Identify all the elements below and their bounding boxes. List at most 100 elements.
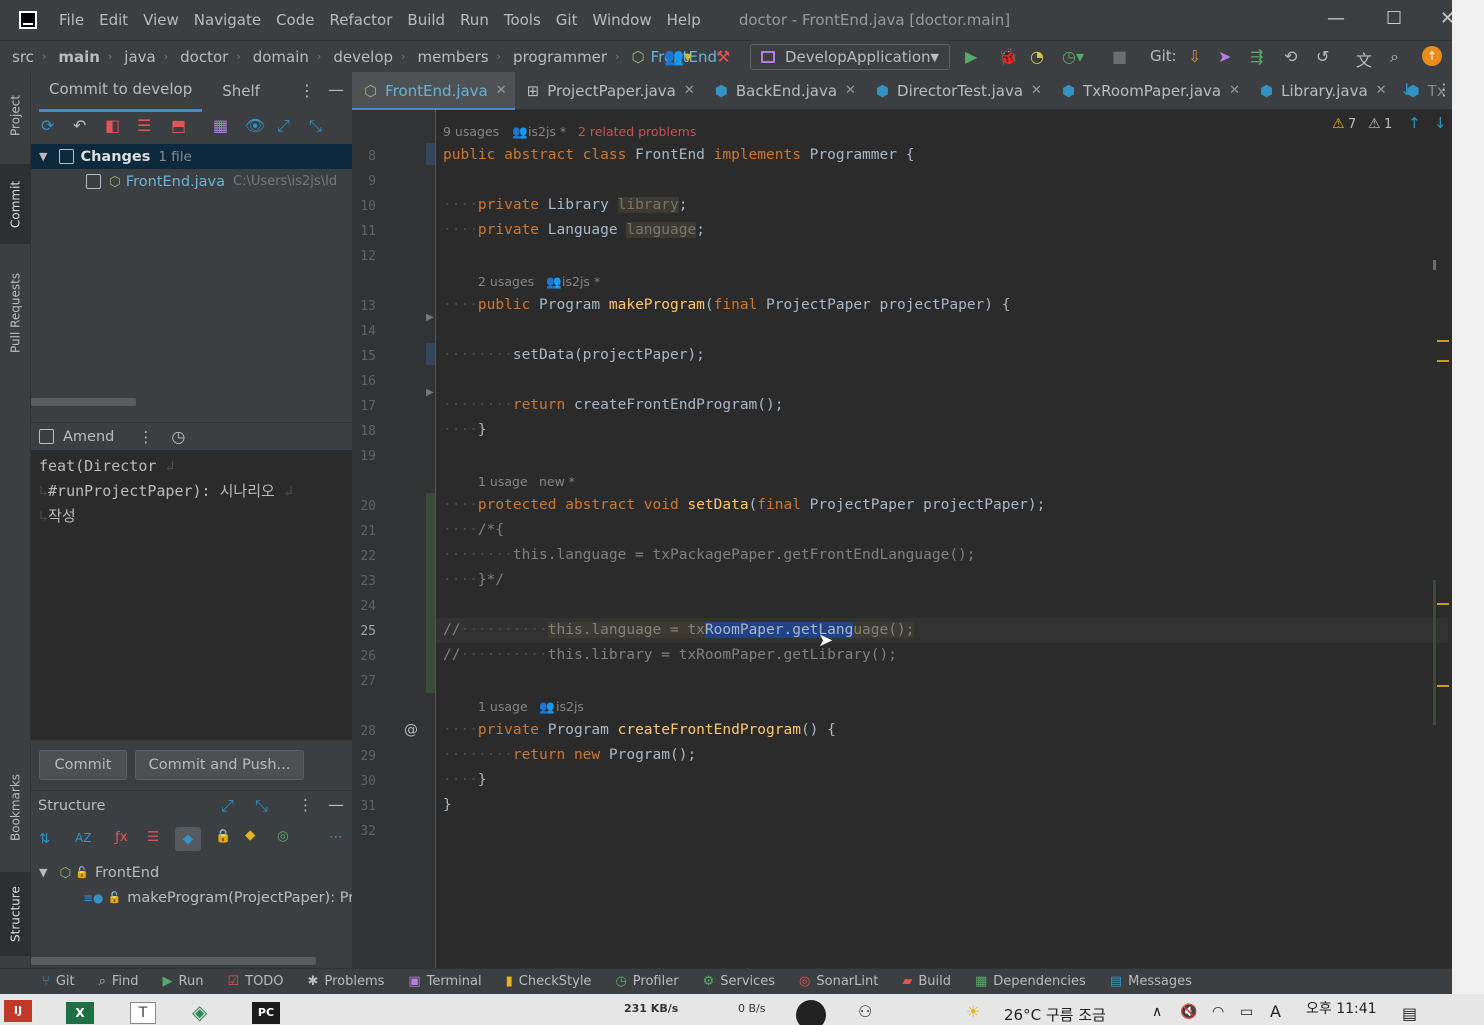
added-lines-marker[interactable] (426, 493, 435, 693)
minimize-icon[interactable]: — (1327, 8, 1345, 29)
modified-line-marker[interactable] (426, 143, 435, 165)
tab-projectpaper-java[interactable]: ⊞ ProjectPaper.java ✕ (515, 72, 703, 110)
close-tab-icon[interactable]: ✕ (1031, 83, 1042, 98)
weather-icon[interactable]: ☀ (966, 1002, 980, 1021)
code-line[interactable]: ····} (443, 418, 487, 443)
code-line[interactable]: //··········this.language = txRoomPaper.… (443, 618, 915, 643)
structure-tool-tab[interactable]: Structure (0, 872, 31, 956)
close-tab-icon[interactable]: ✕ (684, 83, 695, 98)
horizontal-scrollbar[interactable] (31, 398, 136, 406)
show-properties-icon[interactable]: ◆ (245, 827, 255, 843)
weak-warning-icon[interactable]: ⚠ (1368, 116, 1381, 132)
show-fields-icon[interactable]: ☰ (147, 829, 159, 845)
menu-code[interactable]: Code (276, 11, 314, 29)
warning-icon[interactable]: ⚠ (1332, 116, 1345, 132)
pull-requests-tool-tab[interactable]: Pull Requests (0, 258, 31, 368)
autoscroll-icon[interactable]: ◎ (277, 828, 289, 844)
menu-help[interactable]: Help (667, 11, 701, 29)
show-inherited-icon[interactable]: ◆ (175, 827, 201, 851)
group-by-icon[interactable]: ▦ (213, 116, 228, 135)
rollback-icon[interactable]: ↶ (73, 116, 86, 135)
debug-icon[interactable]: 🐞 (998, 47, 1018, 66)
more-options-icon[interactable]: ⋮ (299, 81, 315, 100)
code-editor[interactable]: ⚠ 7 ⚠ 1 ↑ ↓ 8 9 10 11 12 13 14 15 16 17 … (352, 110, 1452, 968)
menu-run[interactable]: Run (460, 11, 489, 29)
fold-expand-icon[interactable]: ▶ (426, 387, 434, 398)
breadcrumb-src[interactable]: src (12, 48, 34, 66)
run-tool-button[interactable]: ▶ Run (163, 974, 204, 989)
people-icon[interactable]: ⚇ (858, 1002, 872, 1021)
code-line[interactable]: ····private Language language; (443, 218, 705, 243)
modified-line-marker[interactable] (426, 343, 435, 365)
code-line[interactable]: ········setData(projectPaper); (443, 343, 705, 368)
checkstyle-tool-button[interactable]: ▮ CheckStyle (506, 974, 592, 989)
changes-checkbox[interactable] (59, 149, 75, 164)
changes-node[interactable]: ▼ Changes 1 file (31, 144, 352, 169)
notification-icon[interactable]: ▤ (1402, 1004, 1417, 1023)
ime-icon[interactable]: A (1270, 1002, 1281, 1021)
maximize-icon[interactable]: ☐ (1386, 8, 1402, 29)
tab-list-down-icon[interactable]: ↓ (1400, 80, 1413, 99)
find-tool-button[interactable]: ⌕ Find (99, 974, 139, 989)
breadcrumb-programmer[interactable]: programmer (513, 48, 607, 66)
tab-library-java[interactable]: ⬢ Library.java ✕ (1248, 72, 1395, 110)
run-icon[interactable]: ▶ (965, 47, 977, 66)
sort-alpha-icon[interactable]: AZ (75, 831, 91, 845)
tab-frontend-java[interactable]: ⬡ FrontEnd.java ✕ (352, 71, 515, 111)
view-options-icon[interactable]: 👁 (245, 116, 265, 135)
collapse-all-icon[interactable]: ⤡ (309, 116, 322, 136)
commit-button[interactable]: Commit (39, 750, 127, 780)
changelist-icon[interactable]: ☰ (137, 116, 151, 135)
code-line[interactable]: ····private Library library; (443, 193, 687, 218)
chevron-down-icon[interactable]: ▼ (39, 866, 47, 879)
volume-icon[interactable]: 🔇 (1180, 1004, 1197, 1020)
update-icon[interactable]: ↑ (1422, 46, 1442, 66)
intellij-taskbar-icon[interactable]: IJ (4, 1000, 32, 1022)
code-line[interactable]: ········return createFrontEndProgram(); (443, 393, 783, 418)
shelve-icon[interactable]: ⬒ (171, 116, 186, 135)
show-lambdas-icon[interactable]: ƒx (115, 829, 128, 845)
breadcrumb-develop[interactable]: develop (333, 48, 393, 66)
terminal-tool-button[interactable]: ▣ Terminal (408, 974, 481, 989)
menu-build[interactable]: Build (407, 11, 445, 29)
close-tab-icon[interactable]: ✕ (1376, 83, 1387, 98)
menu-git[interactable]: Git (556, 11, 578, 29)
breadcrumb-main[interactable]: main (58, 48, 100, 66)
tab-shelf[interactable]: Shelf (222, 82, 260, 100)
breadcrumb-domain[interactable]: domain (253, 48, 309, 66)
battery-icon[interactable]: ▭ (1240, 1004, 1253, 1020)
git-update-icon[interactable]: ⇩ (1188, 47, 1201, 66)
excel-taskbar-icon[interactable]: X (66, 1002, 94, 1024)
author-hint[interactable]: is2js * (562, 274, 600, 289)
show-non-public-icon[interactable]: 🔒 (215, 829, 231, 844)
author-hint[interactable]: new * (539, 474, 575, 489)
history-icon[interactable]: ⟲ (1284, 47, 1297, 66)
breadcrumb-java[interactable]: java (124, 48, 155, 66)
code-line[interactable]: } (443, 793, 452, 818)
usages-hint[interactable]: 9 usages (443, 124, 499, 139)
bookmarks-tool-tab[interactable]: Bookmarks (0, 762, 31, 852)
build-tool-button[interactable]: ▰ Build (902, 974, 951, 989)
run-configuration-select[interactable]: DevelopApplication ▼ (750, 44, 950, 70)
pycharm-taskbar-icon[interactable]: PC (252, 1002, 280, 1024)
hide-panel-icon[interactable]: — (328, 80, 344, 99)
menu-view[interactable]: View (143, 11, 179, 29)
code-line[interactable]: public abstract class FrontEnd implement… (443, 143, 914, 168)
related-problems-hint[interactable]: 2 related problems (578, 124, 696, 139)
wifi-icon[interactable]: ◠ (1212, 1004, 1224, 1020)
commit-and-push-button[interactable]: Commit and Push... (135, 750, 304, 780)
author-hint[interactable]: is2js (556, 699, 584, 714)
file-checkbox[interactable] (86, 174, 101, 189)
amend-label[interactable]: Amend (63, 429, 114, 445)
code-line[interactable]: ········this.language = txPackagePaper.g… (443, 543, 976, 568)
code-line[interactable]: ····/*{ (443, 518, 504, 543)
hide-panel-icon[interactable]: — (328, 795, 344, 814)
git-pull-icon[interactable]: ⇶ (1250, 47, 1263, 66)
editor-scrollbar[interactable] (1433, 110, 1449, 968)
usages-hint[interactable]: 1 usage (478, 699, 528, 714)
close-tab-icon[interactable]: ✕ (496, 83, 507, 98)
warnings-count[interactable]: 7 (1348, 117, 1356, 132)
menu-file[interactable]: File (59, 11, 84, 29)
code-line[interactable]: ····}*/ (443, 568, 504, 593)
menu-refactor[interactable]: Refactor (329, 11, 392, 29)
